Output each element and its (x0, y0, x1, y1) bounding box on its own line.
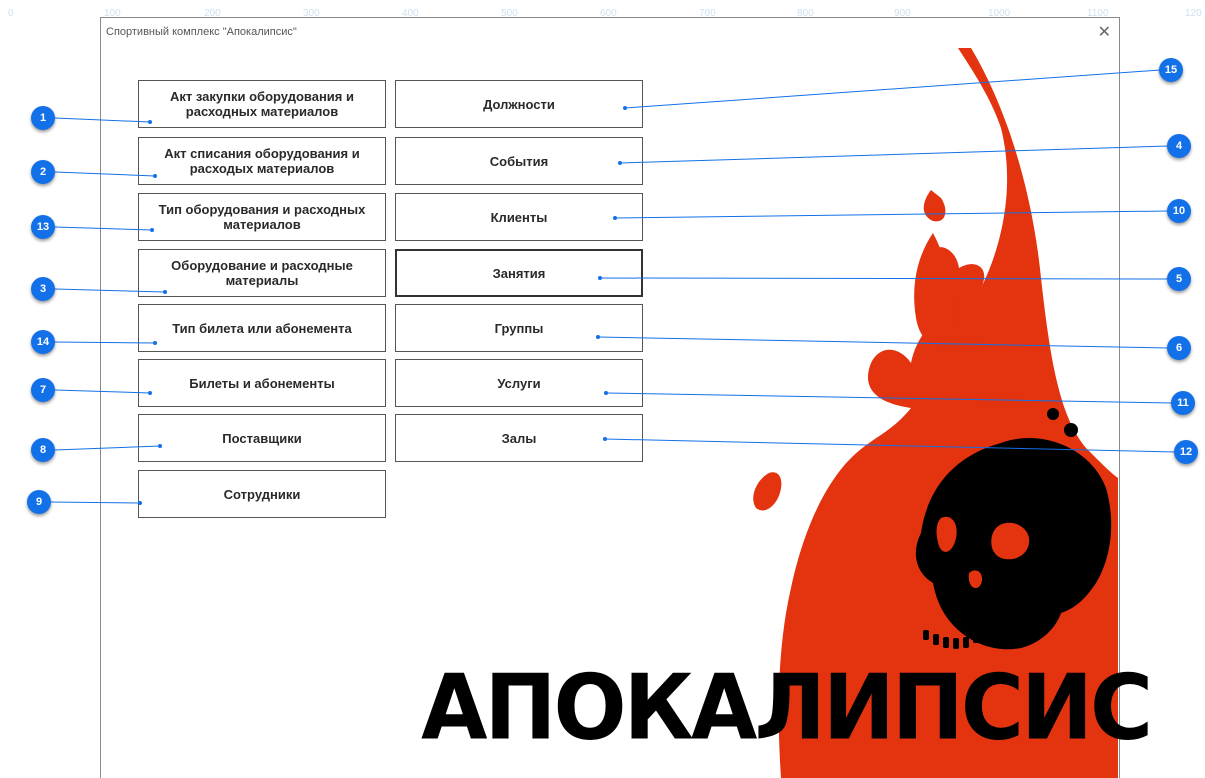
purchase-act-button[interactable]: Акт закупки оборудования и расходных мат… (138, 80, 386, 128)
callout-badge: 15 (1159, 58, 1183, 82)
clients-button[interactable]: Клиенты (395, 193, 643, 241)
services-button[interactable]: Услуги (395, 359, 643, 407)
callout-badge: 1 (31, 106, 55, 130)
callout-badge: 2 (31, 160, 55, 184)
ticket-type-button[interactable]: Тип билета или абонемента (138, 304, 386, 352)
callout-badge: 11 (1171, 391, 1195, 415)
employees-button[interactable]: Сотрудники (138, 470, 386, 518)
classes-button[interactable]: Занятия (395, 249, 643, 297)
groups-button[interactable]: Группы (395, 304, 643, 352)
tickets-button[interactable]: Билеты и абонементы (138, 359, 386, 407)
flame-drop-small (923, 190, 946, 222)
writeoff-act-button[interactable]: Акт списания оборудования и расходых мат… (138, 137, 386, 185)
equipment-button[interactable]: Оборудование и расходные материалы (138, 249, 386, 297)
callout-badge: 10 (1167, 199, 1191, 223)
callout-badge: 7 (31, 378, 55, 402)
halls-button[interactable]: Залы (395, 414, 643, 462)
callout-badge: 9 (27, 490, 51, 514)
callout-badge: 4 (1167, 134, 1191, 158)
positions-button[interactable]: Должности (395, 80, 643, 128)
equipment-type-button[interactable]: Тип оборудования и расходных материалов (138, 193, 386, 241)
callout-badge: 8 (31, 438, 55, 462)
flame-drop-left (753, 472, 782, 511)
callout-badge: 14 (31, 330, 55, 354)
brand-logo-text: АПОКАЛИПСИС (421, 655, 1153, 761)
callout-badge: 5 (1167, 267, 1191, 291)
events-button[interactable]: События (395, 137, 643, 185)
ruler-label: 0 (8, 8, 14, 19)
callout-badge: 3 (31, 277, 55, 301)
blood-drop (1064, 423, 1078, 437)
callout-badge: 6 (1167, 336, 1191, 360)
callout-badge: 12 (1174, 440, 1198, 464)
callout-badge: 13 (31, 215, 55, 239)
suppliers-button[interactable]: Поставщики (138, 414, 386, 462)
ruler-label: 120 (1185, 8, 1202, 19)
flame-drop-large (914, 233, 956, 347)
blood-drop (1047, 408, 1059, 420)
